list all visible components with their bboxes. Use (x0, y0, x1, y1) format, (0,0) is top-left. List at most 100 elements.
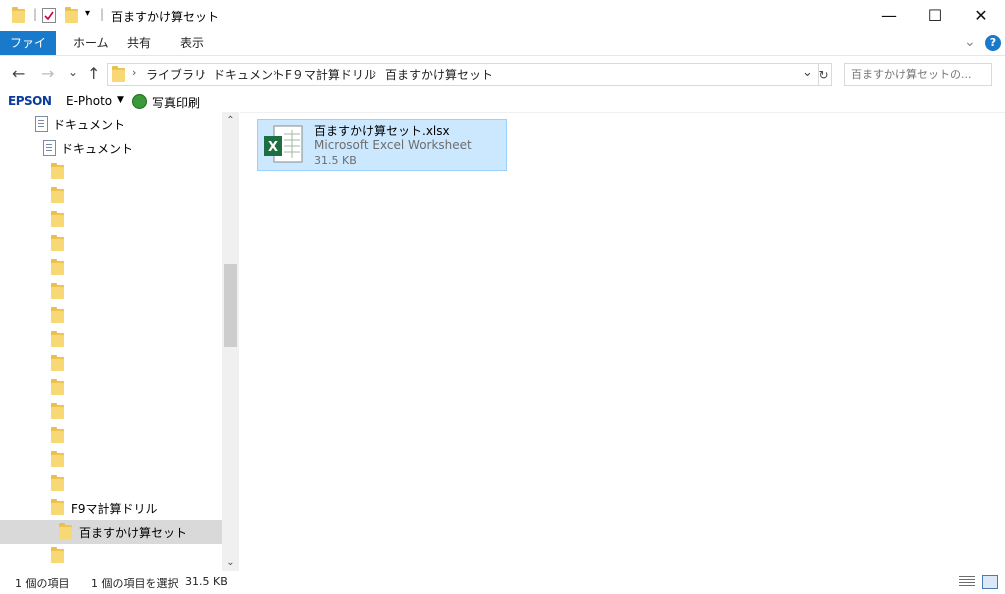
tab-view[interactable]: 表示 (170, 31, 214, 55)
tree-item-label: F9マ計算ドリル (71, 502, 158, 516)
tree-item-label: ドキュメント (53, 118, 126, 132)
folder-icon (51, 355, 64, 371)
ribbon-tabs: ファイル ホーム 共有 表示 ⌄ ? (0, 31, 1005, 74)
address-bar[interactable]: › ライブラリ › ドキュメント › F９マ計算ドリル › 百ますかけ算セット … (107, 63, 819, 86)
tree-item-folder[interactable] (0, 400, 222, 424)
tree-item-folder[interactable] (0, 448, 222, 472)
ephoto-button[interactable]: E-Photo (66, 94, 112, 108)
document-library-icon (35, 116, 48, 132)
file-size: 31.5 KB (314, 154, 357, 167)
separator: | (33, 7, 38, 21)
folder-icon (51, 403, 64, 419)
tree-item-folder[interactable] (0, 304, 222, 328)
breadcrumb-libraries[interactable]: ライブラリ (146, 66, 206, 83)
tree-item-folder[interactable] (0, 472, 222, 496)
title-bar: | ▾ | 百ますかけ算セット — ☐ ✕ (0, 0, 1005, 31)
quick-access-dropdown-icon[interactable]: ▾ (85, 8, 90, 19)
file-item[interactable]: X 百ますかけ算セット.xlsx Microsoft Excel Workshe… (257, 119, 507, 171)
ephoto-dropdown-icon[interactable]: ▼ (117, 95, 124, 105)
folder-icon (51, 379, 64, 395)
tree-item-folder[interactable] (0, 160, 222, 184)
tree-item-folder[interactable] (0, 328, 222, 352)
tree-item-current[interactable]: 百ますかけ算セット (0, 520, 222, 544)
tree-item-folder[interactable] (0, 544, 222, 568)
folder-icon (12, 7, 25, 23)
folder-icon (51, 211, 64, 227)
file-type: Microsoft Excel Worksheet (314, 138, 472, 152)
photo-print-button[interactable]: 写真印刷 (152, 94, 200, 111)
details-view-icon[interactable] (959, 576, 975, 588)
tree-item-folder[interactable] (0, 232, 222, 256)
minimize-button[interactable]: — (866, 0, 912, 31)
help-icon[interactable]: ? (985, 35, 1001, 51)
search-box[interactable] (844, 63, 992, 86)
excel-letter: X (268, 140, 278, 155)
scroll-up-icon[interactable]: ⌃ (222, 112, 239, 129)
tab-share[interactable]: 共有 (117, 31, 161, 55)
folder-icon (51, 451, 64, 467)
properties-icon[interactable] (42, 8, 56, 23)
tree-item-drill[interactable]: F9マ計算ドリル (0, 496, 222, 520)
folder-icon (51, 331, 64, 347)
tree-item-folder[interactable] (0, 352, 222, 376)
status-selection-size: 31.5 KB (185, 575, 228, 588)
document-icon (43, 140, 56, 156)
back-button[interactable]: ← (12, 64, 25, 83)
search-input[interactable] (849, 64, 983, 85)
breadcrumb-separator: › (201, 66, 206, 79)
close-button[interactable]: ✕ (958, 0, 1004, 31)
tree-item-documents-library[interactable]: ドキュメント (0, 112, 222, 136)
folder-icon (51, 499, 64, 515)
separator: | (100, 7, 105, 21)
nav-scrollbar[interactable]: ⌃ ⌄ (222, 112, 239, 571)
breadcrumb-current[interactable]: 百ますかけ算セット (385, 66, 493, 83)
file-name: 百ますかけ算セット.xlsx (314, 124, 450, 138)
file-list: X 百ますかけ算セット.xlsx Microsoft Excel Workshe… (241, 112, 1005, 571)
folder-icon (51, 307, 64, 323)
tree-item-folder[interactable] (0, 280, 222, 304)
folder-icon (59, 523, 72, 539)
recent-locations-button[interactable]: ⌄ (68, 65, 78, 79)
refresh-button[interactable]: ↻ (816, 63, 832, 86)
window-title: 百ますかけ算セット (111, 10, 220, 24)
navigation-pane: ドキュメント ドキュメント F9マ計算ドリル 百ますかけ算セット (0, 112, 240, 571)
breadcrumb-separator: › (132, 66, 137, 79)
status-bar: 1 個の項目 1 個の項目を選択 31.5 KB (0, 571, 1005, 594)
forward-button[interactable]: → (41, 64, 54, 83)
status-item-count: 1 個の項目 (15, 577, 70, 590)
breadcrumb-separator: › (273, 66, 278, 79)
status-selection: 1 個の項目を選択 (91, 577, 179, 590)
scroll-down-icon[interactable]: ⌄ (222, 554, 239, 571)
refresh-icon: ↻ (818, 67, 829, 82)
address-dropdown-icon[interactable]: ⌄ (802, 65, 813, 80)
epson-logo: EPSON (8, 94, 52, 108)
large-icons-view-icon[interactable] (982, 575, 998, 589)
print-icon (132, 94, 147, 109)
tree-item-folder[interactable] (0, 376, 222, 400)
tree-item-folder[interactable] (0, 424, 222, 448)
tab-file[interactable]: ファイル (0, 31, 56, 74)
folder-icon (51, 427, 64, 443)
breadcrumb-separator: › (372, 66, 377, 79)
folder-icon (51, 187, 64, 203)
scroll-thumb[interactable] (224, 264, 237, 347)
tree-item-label: 百ますかけ算セット (79, 526, 188, 540)
ribbon-expand-icon[interactable]: ⌄ (964, 34, 976, 50)
new-folder-icon[interactable] (65, 7, 78, 23)
tree-item-documents[interactable]: ドキュメント (0, 136, 222, 160)
folder-icon (51, 283, 64, 299)
tree-item-folder[interactable] (0, 184, 222, 208)
folder-icon (112, 66, 125, 82)
folder-icon (51, 547, 64, 563)
breadcrumb-drill[interactable]: F９マ計算ドリル (285, 66, 376, 83)
epson-toolbar: EPSON E-Photo ▼ 写真印刷 (0, 90, 1005, 113)
tree-item-label: ドキュメント (61, 142, 134, 156)
folder-icon (51, 259, 64, 275)
tree-item-folder[interactable] (0, 256, 222, 280)
up-button[interactable]: ↑ (87, 64, 100, 83)
folder-icon (51, 475, 64, 491)
maximize-button[interactable]: ☐ (912, 0, 958, 31)
tab-home[interactable]: ホーム (63, 31, 119, 55)
excel-file-icon: X (264, 125, 303, 163)
tree-item-folder[interactable] (0, 208, 222, 232)
